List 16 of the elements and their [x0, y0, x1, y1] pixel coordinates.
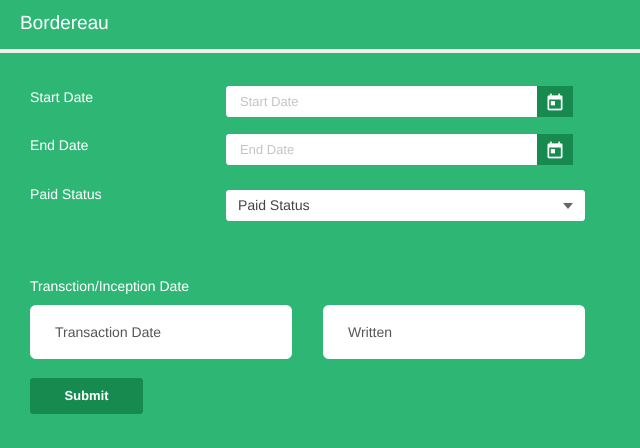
date-field[interactable]: Start Date — [226, 86, 537, 117]
calendar-button[interactable] — [537, 86, 573, 117]
page-title: Bordereau — [20, 12, 109, 36]
date-type-option[interactable]: Written — [323, 305, 585, 359]
field-label: End Date — [30, 136, 90, 155]
field-label: Start Date — [30, 88, 94, 107]
submit-button[interactable]: Submit — [30, 378, 143, 414]
calendar-icon — [545, 92, 565, 112]
calendar-icon — [545, 140, 565, 160]
field-label: Paid Status — [30, 185, 103, 204]
calendar-button[interactable] — [537, 134, 573, 165]
section-label: Transction/Inception Date — [30, 277, 190, 296]
date-type-option[interactable]: Transaction Date — [30, 305, 292, 359]
paid-status-select[interactable]: Paid Status — [226, 190, 585, 221]
date-field[interactable]: End Date — [226, 134, 537, 165]
caret-icon — [563, 202, 573, 208]
